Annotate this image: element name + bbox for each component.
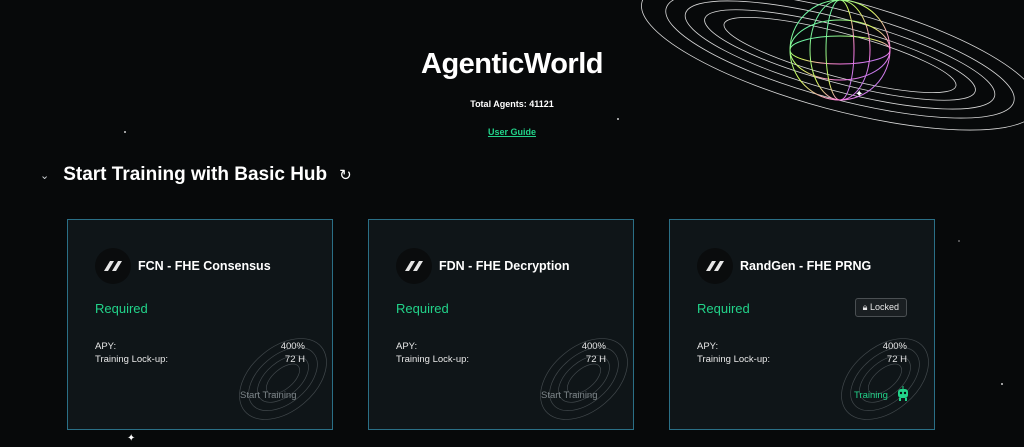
required-label: Required <box>697 301 750 316</box>
lockup-label: Training Lock-up: <box>396 354 470 365</box>
hub-name: FDN - FHE Decryption <box>439 259 570 273</box>
start-training-button[interactable]: Start Training <box>541 390 598 401</box>
chevron-down-icon[interactable]: ⌄ <box>40 169 49 182</box>
locked-label: Locked <box>869 302 899 312</box>
lockup-label: Training Lock-up: <box>95 354 169 365</box>
hub-name: RandGen - FHE PRNG <box>740 259 872 273</box>
start-training-button[interactable]: Start Training <box>240 390 297 401</box>
training-status-button[interactable]: Training <box>854 390 888 401</box>
torus-decoration <box>841 338 929 420</box>
required-label: Required <box>95 301 148 316</box>
section-header[interactable]: ⌄ Start Training with Basic Hub ↻ <box>40 164 352 186</box>
locked-badge: 🔒︎ Locked <box>854 298 907 317</box>
hub-card-fdn: FDN - FHE Decryption Required APY: 400% … <box>368 219 634 430</box>
page-title: AgenticWorld <box>421 48 603 80</box>
refresh-icon[interactable]: ↻ <box>339 166 352 184</box>
hub-logo <box>396 248 432 284</box>
hub-name: FCN - FHE Consensus <box>138 259 271 273</box>
hub-logo <box>697 248 733 284</box>
robot-icon <box>898 386 908 401</box>
apy-label: APY: <box>95 341 117 352</box>
torus-decoration <box>540 338 628 420</box>
required-label: Required <box>396 301 449 316</box>
hub-logo <box>95 248 131 284</box>
total-agents: Total Agents: 41121 <box>470 99 554 109</box>
lockup-label: Training Lock-up: <box>697 354 771 365</box>
section-title: Start Training with Basic Hub <box>63 164 328 185</box>
apy-label: APY: <box>697 341 719 352</box>
apy-label: APY: <box>396 341 418 352</box>
sparkle-icon: ✦ <box>127 433 136 444</box>
hub-card-randgen: RandGen - FHE PRNG Required 🔒︎ Locked AP… <box>669 219 935 430</box>
lock-icon: 🔒︎ <box>862 302 868 312</box>
hub-card-fcn: FCN - FHE Consensus Required APY: 400% T… <box>67 219 333 430</box>
torus-decoration <box>239 338 327 420</box>
user-guide-link[interactable]: User Guide <box>488 127 536 137</box>
